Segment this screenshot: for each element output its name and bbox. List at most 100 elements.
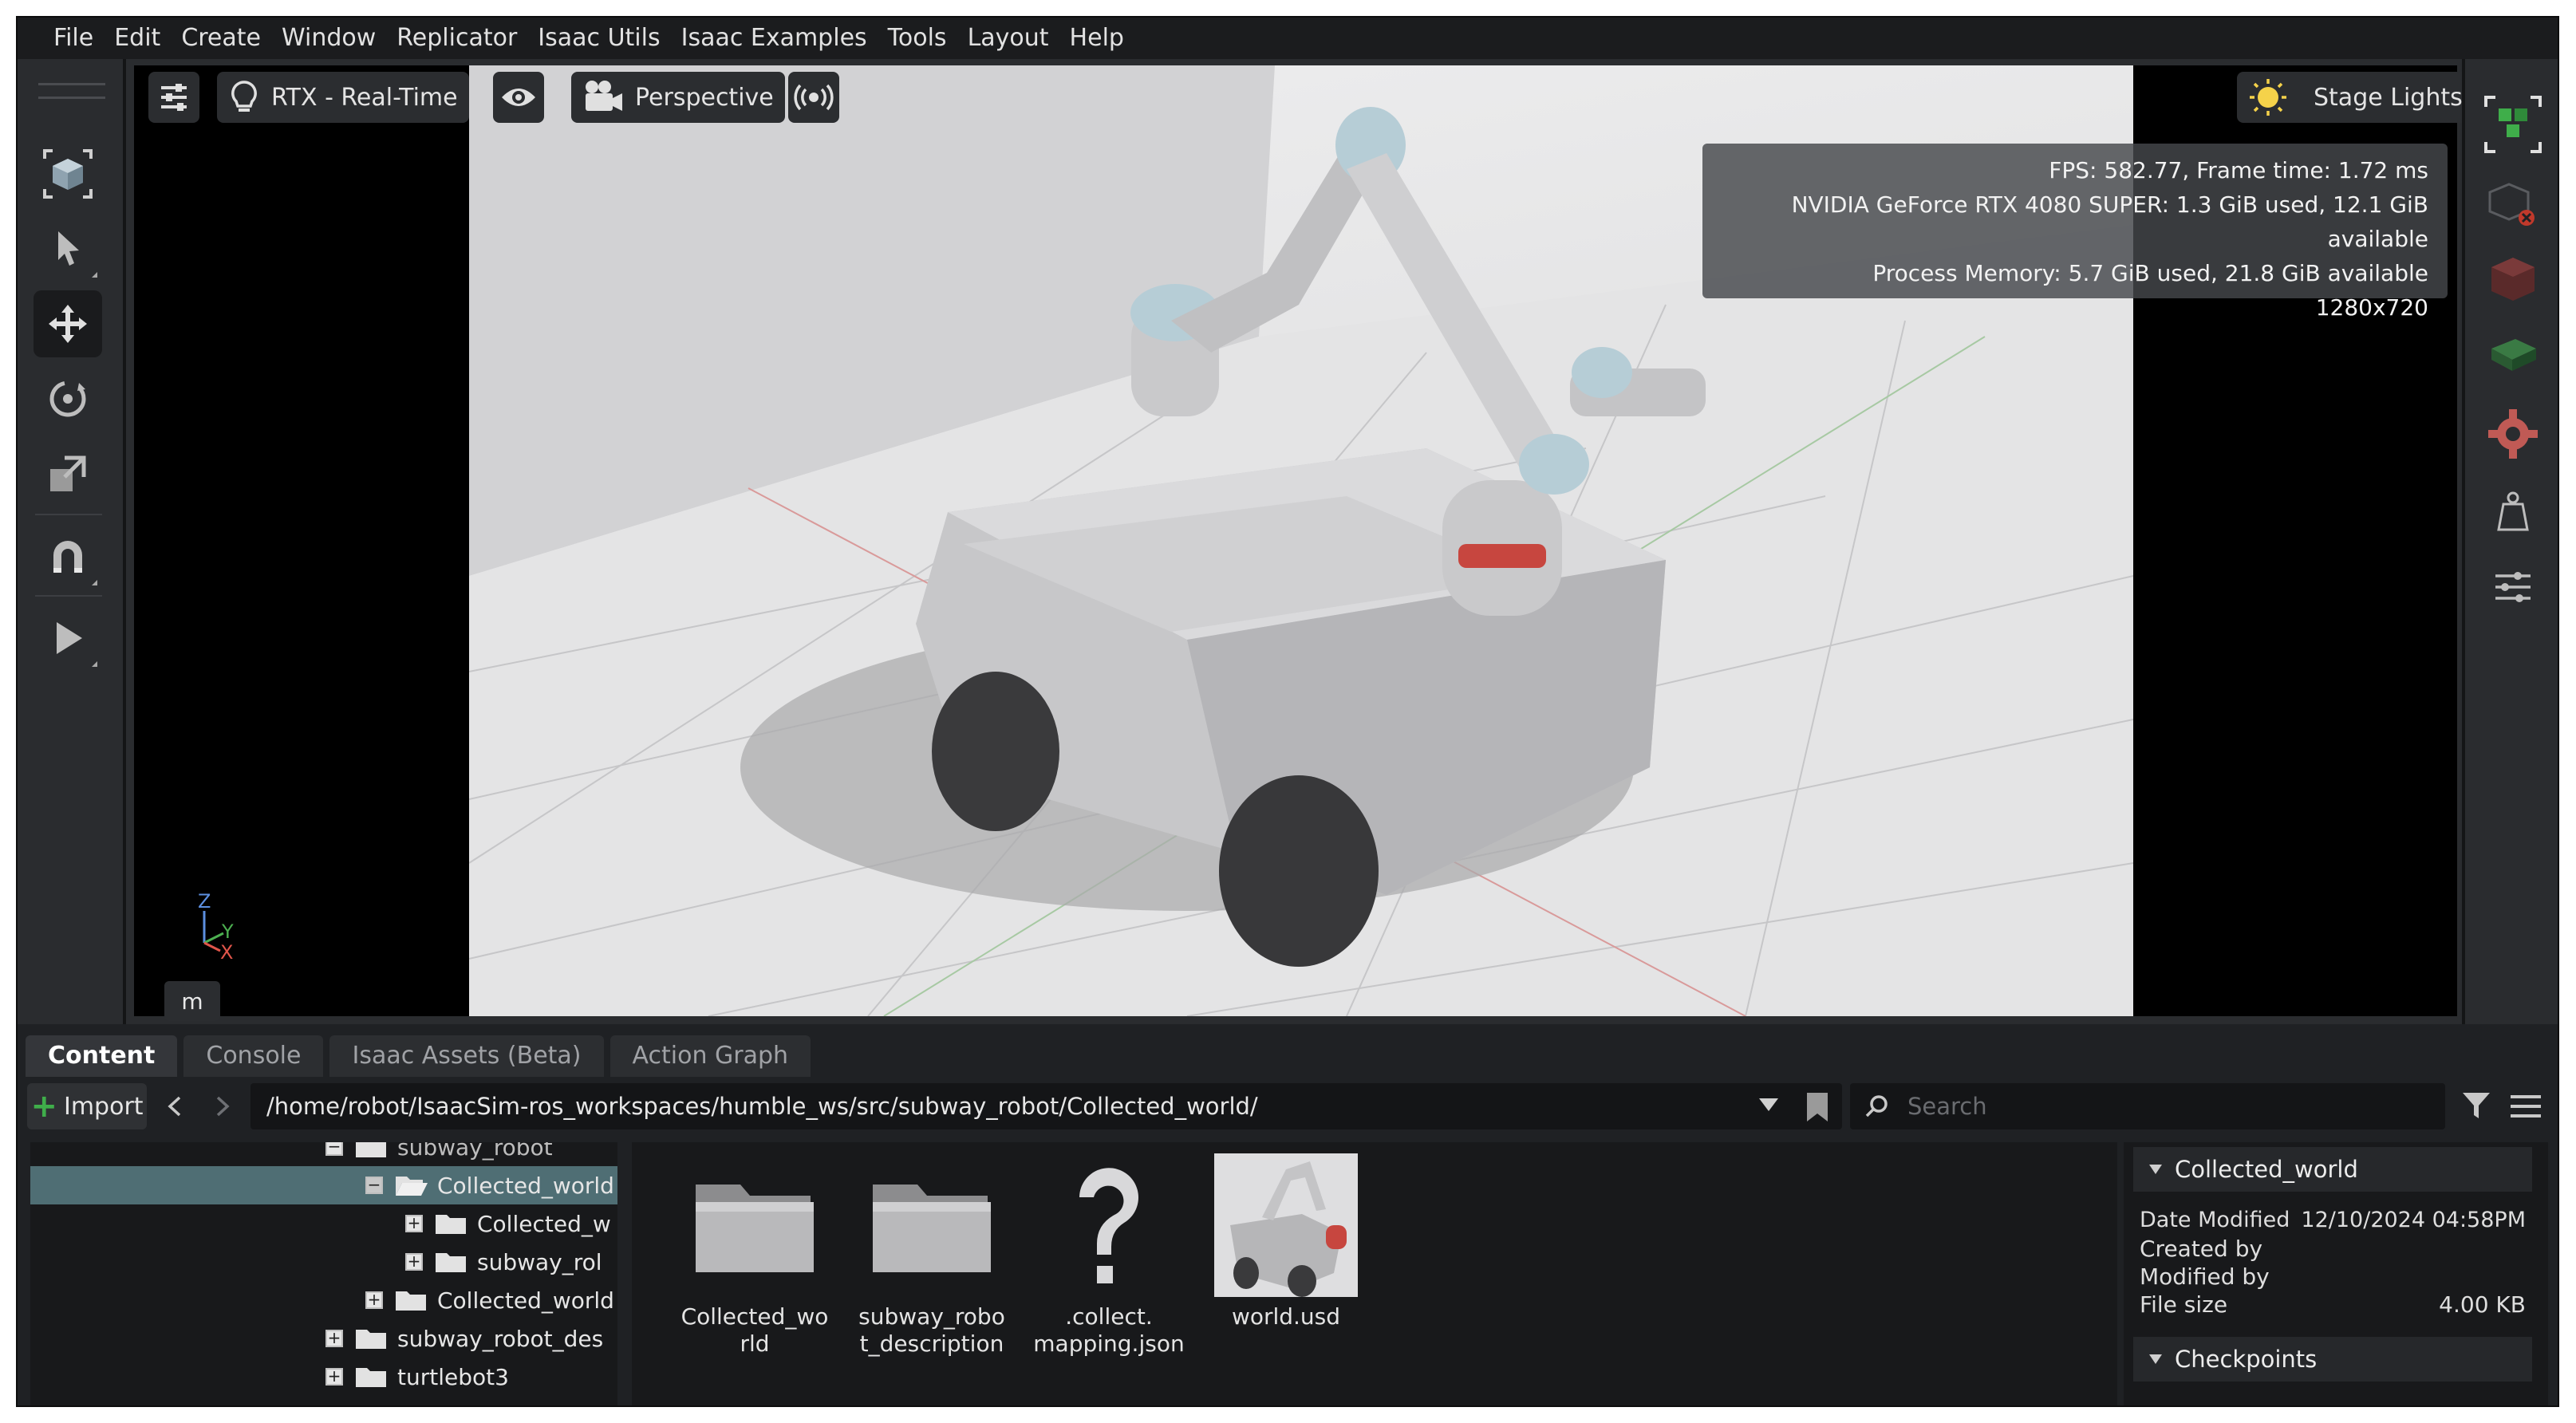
bookmark-icon[interactable] (1804, 1091, 1831, 1123)
tree-item[interactable]: + subway_robot_des (30, 1319, 617, 1358)
tree-item-label: Collected_world (437, 1172, 614, 1199)
axis-y-label: Y (221, 920, 234, 943)
broadcast-icon (794, 84, 834, 111)
back-button[interactable] (155, 1083, 195, 1129)
file-item[interactable]: subway_robo t_description (844, 1153, 1020, 1358)
hamburger-menu-icon[interactable] (2509, 1092, 2542, 1121)
visibility-button[interactable] (493, 72, 544, 123)
file-item[interactable]: .collect. mapping.json (1021, 1153, 1197, 1358)
frame-selection-button[interactable] (2479, 91, 2546, 158)
dropdown-arrow-icon[interactable] (1757, 1095, 1780, 1114)
viewport[interactable]: RTX - Real-Time Perspective Stage Lights… (126, 59, 2474, 1024)
folder-icon (436, 1253, 466, 1272)
search-placeholder: Search (1907, 1093, 1987, 1120)
tree-expander[interactable]: + (325, 1330, 343, 1347)
menu-edit[interactable]: Edit (104, 18, 171, 59)
tree-expander[interactable]: + (325, 1368, 343, 1386)
date-modified-row: Date Modified 12/10/2024 04:58PM (2133, 1208, 2532, 1232)
snap-button[interactable] (34, 523, 102, 590)
menu-replicator[interactable]: Replicator (386, 18, 527, 59)
file-item[interactable]: world.usd (1198, 1153, 1374, 1330)
tree-item-selected[interactable]: − Collected_world (30, 1166, 617, 1204)
weight-button[interactable] (2479, 479, 2546, 546)
disabled-prim-button[interactable] (2479, 171, 2546, 238)
toolbar-grip[interactable] (38, 83, 105, 99)
scale-tool-button[interactable] (34, 440, 102, 507)
camera-button[interactable]: Perspective (571, 72, 785, 123)
tab-action-graph[interactable]: Action Graph (609, 1035, 811, 1077)
tree-item-label: Collected_w (477, 1210, 611, 1237)
menu-layout[interactable]: Layout (957, 18, 1059, 59)
render-settings-button[interactable] (2479, 554, 2546, 621)
menu-create[interactable]: Create (171, 18, 271, 59)
details-header[interactable]: Collected_world (2133, 1147, 2532, 1192)
created-by-row: Created by (2133, 1236, 2532, 1262)
import-button[interactable]: + Import (27, 1083, 147, 1129)
collapse-triangle-icon (2149, 1354, 2162, 1364)
tab-console[interactable]: Console (183, 1035, 324, 1077)
menu-isaac-examples[interactable]: Isaac Examples (671, 18, 878, 59)
move-tool-button[interactable] (34, 290, 102, 357)
search-field[interactable]: Search (1850, 1083, 2445, 1129)
axis-z-label: Z (198, 890, 211, 913)
menu-window[interactable]: Window (271, 18, 386, 59)
tree-item[interactable]: + Collected_world (30, 1281, 617, 1319)
stage-lights-button[interactable]: Stage Lights (2237, 72, 2474, 123)
menu-help[interactable]: Help (1059, 18, 1134, 59)
streaming-button[interactable] (788, 72, 839, 123)
file-item[interactable]: Collected_wo rld (667, 1153, 842, 1358)
tree-expander[interactable]: + (405, 1253, 423, 1271)
create-physics-button[interactable] (2479, 319, 2546, 386)
axis-triad-icon: Z Y X (198, 890, 234, 964)
menu-tools[interactable]: Tools (878, 18, 957, 59)
green-cubes-frame-icon (2484, 96, 2542, 153)
tree-item[interactable]: + subway_rol (30, 1243, 617, 1281)
file-name-line1: subway_robo (858, 1303, 1005, 1330)
stage-lights-label: Stage Lights (2314, 83, 2463, 112)
unit-badge[interactable]: m (164, 981, 220, 1021)
folder-tree: − subway_robot − Collected_world + Colle… (30, 1142, 617, 1405)
render-mode-button[interactable]: RTX - Real-Time (217, 72, 469, 123)
tree-expander[interactable]: − (365, 1177, 383, 1194)
tree-item-label: subway_robot (397, 1142, 553, 1161)
tree-expander[interactable]: + (405, 1215, 423, 1232)
play-button[interactable] (34, 605, 102, 672)
tree-item-label: Collected_world (437, 1287, 614, 1314)
tab-content[interactable]: Content (26, 1035, 178, 1077)
file-size-value: 4.00 KB (2439, 1291, 2526, 1318)
file-name-line2: t_description (859, 1330, 1004, 1357)
filter-icon[interactable] (2461, 1090, 2495, 1123)
visibility-group (493, 72, 544, 123)
chevron-right-icon (216, 1096, 230, 1117)
viewport-settings-button[interactable] (148, 72, 199, 123)
render-mode-group: RTX - Real-Time (217, 72, 469, 123)
viewport-settings-group (148, 72, 199, 123)
tree-expander[interactable]: + (365, 1291, 383, 1309)
content-panel: Content Console Isaac Assets (Beta) Acti… (18, 1024, 2558, 1405)
folder-icon (873, 1185, 991, 1272)
file-name-line1: .collect. (1065, 1303, 1153, 1330)
tree-item[interactable]: + turtlebot3 (30, 1358, 617, 1396)
eye-icon (502, 89, 535, 106)
rotate-tool-button[interactable] (34, 365, 102, 432)
checkpoints-header[interactable]: Checkpoints (2133, 1337, 2532, 1382)
path-field[interactable]: /home/robot/IsaacSim-ros_workspaces/humb… (250, 1083, 1842, 1129)
modified-by-row: Modified by (2133, 1263, 2532, 1290)
menu-file[interactable]: File (43, 18, 104, 59)
select-mode-button[interactable] (34, 140, 102, 207)
tree-expander[interactable]: − (325, 1142, 343, 1156)
search-icon (1865, 1095, 1888, 1118)
tree-item[interactable]: + Collected_w (30, 1204, 617, 1243)
tree-item[interactable]: − subway_robot (30, 1142, 617, 1166)
create-mesh-button[interactable] (2479, 246, 2546, 313)
settings-button[interactable] (2479, 400, 2546, 467)
red-cube-icon (2491, 258, 2535, 301)
select-tool-button[interactable] (34, 215, 102, 282)
menu-isaac-utils[interactable]: Isaac Utils (527, 18, 670, 59)
created-by-label: Created by (2140, 1236, 2263, 1262)
magnet-icon (53, 541, 82, 573)
sun-icon (2250, 79, 2286, 116)
forward-button[interactable] (203, 1083, 243, 1129)
tree-item-label: subway_robot_des (397, 1325, 604, 1352)
tab-isaac-assets[interactable]: Isaac Assets (Beta) (329, 1035, 604, 1077)
